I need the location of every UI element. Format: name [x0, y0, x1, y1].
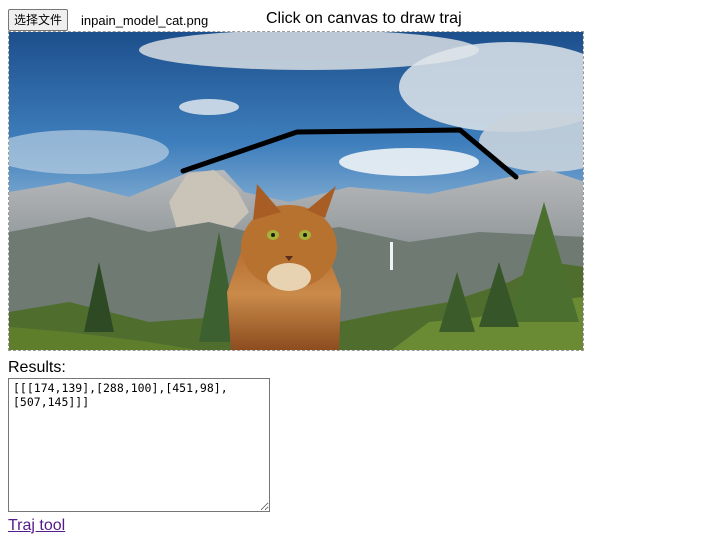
selected-file-name: inpain_model_cat.png — [81, 13, 209, 28]
traj-tool-link[interactable]: Traj tool — [8, 517, 65, 535]
canvas-instruction: Click on canvas to draw traj — [266, 10, 462, 27]
top-toolbar: 选择文件 inpain_model_cat.png Click on canva… — [8, 8, 708, 32]
results-textarea[interactable]: [[[174,139],[288,100],[451,98],[507,145]… — [8, 378, 270, 512]
choose-file-button[interactable]: 选择文件 — [8, 9, 69, 31]
drawing-canvas[interactable] — [8, 31, 584, 351]
landscape-with-cat-image — [9, 32, 583, 350]
results-label: Results: — [8, 359, 66, 376]
